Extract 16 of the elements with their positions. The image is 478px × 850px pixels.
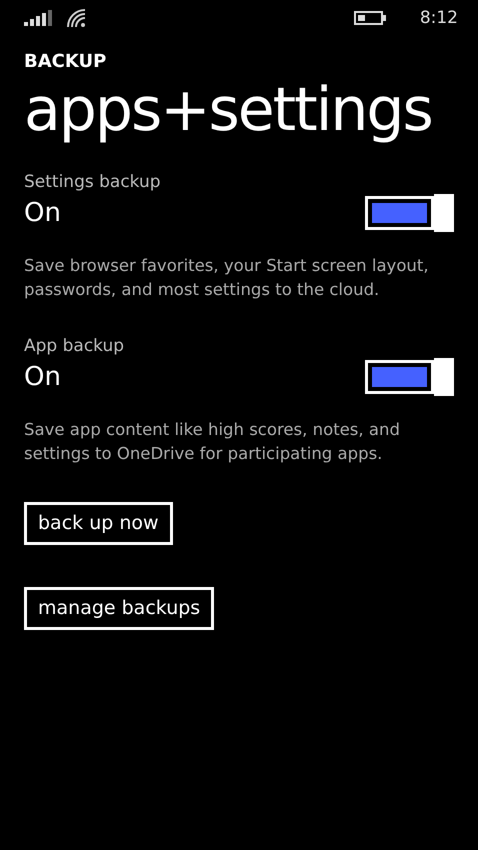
toggle-switch[interactable] <box>365 358 454 396</box>
section-title: BACKUP <box>24 51 106 72</box>
setting-value: On <box>24 362 61 392</box>
action-button[interactable]: back up now <box>24 502 173 545</box>
page-title: apps+settings <box>24 74 432 147</box>
setting-label: App backup <box>24 336 126 356</box>
action-button[interactable]: manage backups <box>24 587 214 630</box>
setting-value: On <box>24 198 61 228</box>
signal-icon <box>24 10 54 26</box>
toggle-switch[interactable] <box>365 194 454 232</box>
setting-description: Save app content like high scores, notes, and settings to OneDrive for participating apps. <box>24 419 401 465</box>
clock-time: 8:12 <box>420 8 458 28</box>
setting-description: Save browser favorites, your Start screen layout, passwords, and most settings to the cloud. <box>24 255 430 301</box>
battery-icon <box>354 11 386 25</box>
wifi-icon <box>66 8 86 28</box>
setting-label: Settings backup <box>24 172 162 192</box>
